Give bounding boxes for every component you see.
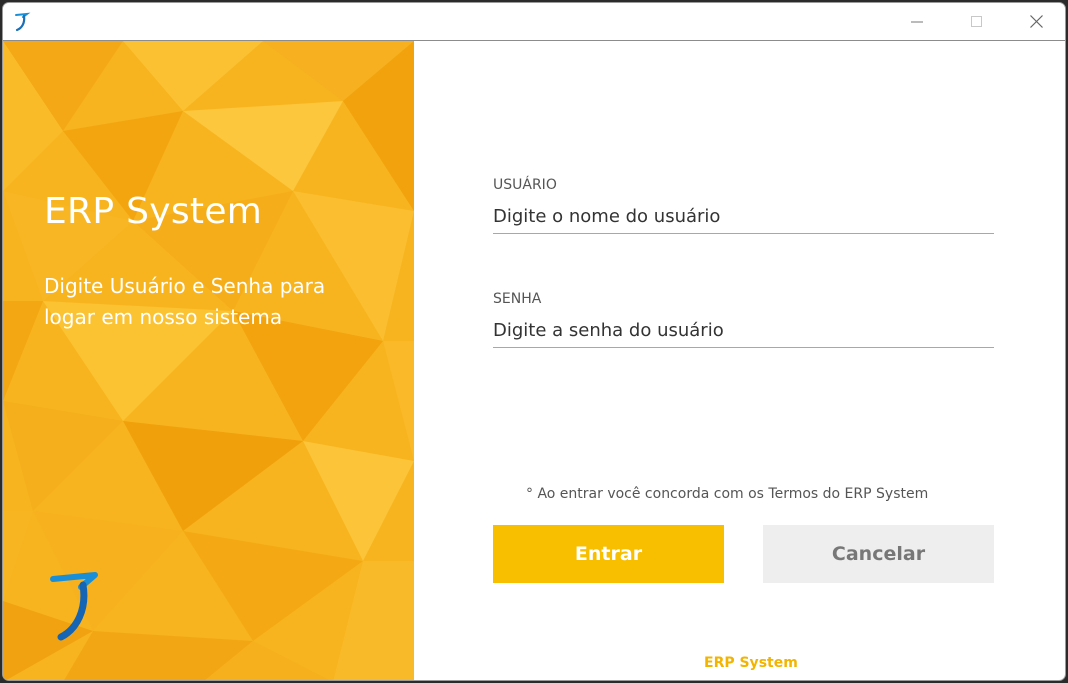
login-window: ERP System Digite Usuário e Senha para l… <box>2 2 1066 681</box>
app-logo-icon <box>15 12 31 32</box>
terms-notice: ° Ao entrar você concorda com os Termos … <box>526 486 929 502</box>
password-input[interactable] <box>493 314 994 348</box>
close-button[interactable] <box>1007 3 1065 40</box>
app-title: ERP System <box>44 191 263 232</box>
login-form: USUÁRIO SENHA ° Ao entrar você concorda … <box>414 41 1065 680</box>
footer-brand: ERP System <box>704 655 798 671</box>
close-icon <box>1029 15 1043 28</box>
cancel-button[interactable]: Cancelar <box>763 525 994 583</box>
maximize-icon <box>971 15 982 27</box>
user-label: USUÁRIO <box>493 177 557 193</box>
submit-button[interactable]: Entrar <box>493 525 724 583</box>
maximize-button[interactable] <box>948 3 1006 40</box>
minimize-icon <box>911 21 923 22</box>
branding-panel: ERP System Digite Usuário e Senha para l… <box>3 41 414 680</box>
password-label: SENHA <box>493 291 542 307</box>
app-subtitle: Digite Usuário e Senha para logar em nos… <box>44 274 326 329</box>
user-input[interactable] <box>493 200 994 234</box>
app-logo-icon <box>50 572 98 641</box>
title-bar[interactable] <box>3 3 1065 41</box>
minimize-button[interactable] <box>888 3 946 40</box>
